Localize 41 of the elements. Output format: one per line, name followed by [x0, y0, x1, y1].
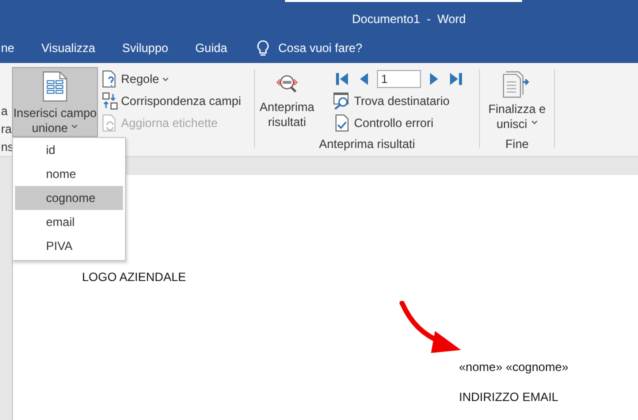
menu-item[interactable]: PIVA	[15, 234, 123, 258]
group-label: Fine	[504, 136, 530, 153]
ribbon-tab[interactable]: Sviluppo	[122, 41, 168, 55]
ribbon-command[interactable]: Controllo errori	[333, 113, 463, 133]
find-recipient-icon	[333, 92, 351, 110]
lightbulb-icon	[257, 40, 270, 56]
tell-me-field[interactable]: Cosa vuoi fare?	[278, 41, 398, 55]
menu-item[interactable]: nome	[15, 162, 123, 186]
ribbon-tab[interactable]: Guida	[195, 41, 228, 55]
window-title: Documento1 - Word	[352, 12, 466, 28]
email-placeholder-text: INDIRIZZO EMAIL	[459, 390, 560, 404]
next-record-icon[interactable]	[429, 72, 439, 86]
last-record-icon[interactable]	[449, 72, 463, 86]
ribbon-tab[interactable]: ne	[1, 41, 14, 55]
ribbon-label: ra	[1, 121, 12, 138]
ribbon-tab[interactable]: Visualizza	[41, 41, 96, 55]
preview-results-button[interactable]: Anteprima risultati	[255, 69, 319, 131]
first-record-icon[interactable]	[335, 72, 349, 86]
ribbon-command[interactable]: Trova destinatario	[333, 91, 463, 111]
logo-placeholder-text: LOGO AZIENDALE	[82, 270, 188, 284]
refresh-document-icon	[102, 114, 118, 132]
caret-icon	[162, 76, 170, 82]
ribbon-command[interactable]: Regole	[102, 69, 242, 89]
finish-merge-button[interactable]: Finalizza e unisci	[480, 67, 554, 133]
ribbon-label: a	[1, 103, 9, 120]
menu-item[interactable]: cognome	[15, 186, 123, 210]
previous-record-icon[interactable]	[359, 72, 369, 86]
table-document-icon	[42, 71, 68, 102]
menu-item[interactable]: id	[15, 138, 123, 162]
caret-icon	[530, 120, 538, 126]
menu-item[interactable]: email	[15, 210, 123, 234]
match-fields-icon	[102, 92, 118, 110]
ribbon-command[interactable]: Corrispondenza campi	[102, 91, 242, 111]
insert-merge-field-button[interactable]: Inserisci campo unione	[12, 67, 98, 137]
merge-fields-text: «nome» «cognome»	[459, 360, 570, 374]
curved-arrow	[399, 301, 463, 355]
caret-icon	[71, 124, 78, 130]
group-label: Anteprima risultati	[318, 136, 416, 153]
question-document-icon	[102, 70, 118, 88]
check-document-icon	[333, 114, 351, 132]
record-field[interactable]: 1	[377, 70, 421, 88]
